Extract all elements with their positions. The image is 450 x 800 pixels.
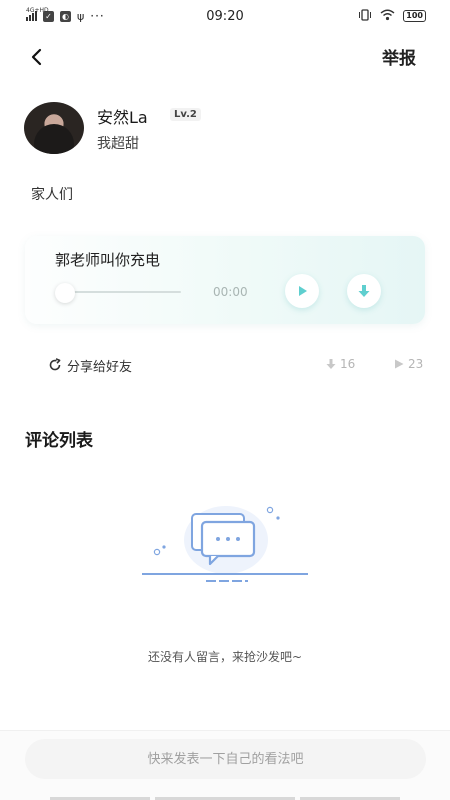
chevron-left-icon bbox=[31, 48, 42, 66]
comment-input[interactable] bbox=[25, 739, 426, 779]
share-icon[interactable] bbox=[48, 358, 62, 372]
download-button[interactable] bbox=[347, 274, 381, 308]
level-badge: Lv.2 bbox=[170, 108, 201, 121]
audio-title: 郭老师叫你充电 bbox=[55, 251, 161, 269]
comments-title: 评论列表 bbox=[25, 431, 93, 451]
share-row: 分享给好友 16 23 bbox=[48, 356, 428, 376]
user-bio: 我超甜 bbox=[97, 136, 139, 152]
user-name[interactable]: 安然La bbox=[97, 104, 148, 128]
network-label: 4G+HD bbox=[26, 7, 49, 14]
progress-track[interactable] bbox=[67, 291, 181, 293]
download-icon bbox=[358, 285, 370, 297]
empty-comments-illustration bbox=[142, 506, 308, 582]
wifi-icon bbox=[380, 9, 395, 24]
more-dots: ··· bbox=[90, 9, 105, 23]
audio-time: 00:00 bbox=[213, 285, 248, 299]
avatar[interactable] bbox=[24, 102, 84, 154]
play-icon bbox=[299, 286, 307, 296]
profile-section: 安然La Lv.2 我超甜 bbox=[24, 102, 424, 156]
report-button[interactable]: 举报 bbox=[382, 44, 416, 69]
play-small-icon bbox=[395, 359, 404, 369]
status-bar: 4G+HD ✓ ◐ ψ ··· 09:20 100 bbox=[0, 0, 450, 32]
signal-icon: 4G+HD bbox=[26, 7, 49, 21]
play-count-value: 23 bbox=[408, 357, 424, 371]
audio-card: 郭老师叫你充电 00:00 bbox=[25, 236, 425, 324]
usb-icon: ψ bbox=[77, 9, 85, 23]
app-notification-icon: ◐ bbox=[60, 10, 71, 22]
download-count-value: 16 bbox=[340, 357, 356, 371]
vibrate-icon bbox=[358, 8, 372, 24]
status-right: 100 bbox=[358, 8, 426, 24]
back-button[interactable] bbox=[26, 46, 48, 68]
share-button[interactable]: 分享给好友 bbox=[67, 356, 132, 375]
bottom-bar bbox=[0, 730, 450, 800]
header: 举报 bbox=[0, 40, 450, 74]
play-button[interactable] bbox=[285, 274, 319, 308]
progress-knob[interactable] bbox=[55, 283, 75, 303]
empty-comments-text: 还没有人留言，来抢沙发吧~ bbox=[147, 650, 303, 664]
post-text: 家人们 bbox=[31, 187, 73, 203]
download-small-icon bbox=[326, 358, 336, 369]
status-left: 4G+HD ✓ ◐ ψ ··· bbox=[26, 7, 358, 23]
download-count: 16 bbox=[326, 357, 355, 371]
play-count: 23 bbox=[394, 357, 423, 371]
battery-icon: 100 bbox=[403, 10, 426, 22]
